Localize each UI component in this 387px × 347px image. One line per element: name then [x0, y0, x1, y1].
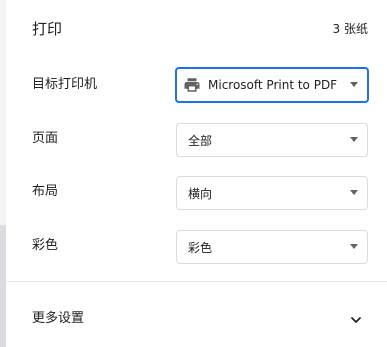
destination-select[interactable]: Microsoft Print to PDF: [175, 67, 369, 103]
color-value: 彩色: [188, 240, 213, 255]
more-settings-toggle[interactable]: 更多设置: [6, 294, 387, 344]
pages-select[interactable]: 全部: [176, 123, 368, 157]
color-label: 彩色: [32, 238, 59, 253]
chevron-down-icon: [351, 317, 361, 323]
pages-label: 页面: [32, 131, 59, 146]
layout-label: 布局: [32, 184, 59, 199]
layout-value: 横向: [188, 186, 213, 201]
sheet-count: 3 张纸: [332, 22, 368, 36]
pages-dropdown-arrow-icon: [350, 137, 358, 142]
layout-select[interactable]: 横向: [176, 176, 368, 210]
color-dropdown-arrow-icon: [350, 244, 358, 249]
layout-dropdown-arrow-icon: [350, 190, 358, 195]
destination-label: 目标打印机: [32, 77, 98, 92]
color-select[interactable]: 彩色: [176, 230, 368, 264]
destination-value: Microsoft Print to PDF: [208, 78, 338, 92]
more-settings-label: 更多设置: [32, 311, 85, 326]
destination-dropdown-arrow-icon: [350, 82, 358, 87]
pages-value: 全部: [188, 133, 213, 148]
section-divider: [6, 281, 387, 282]
printer-icon: [184, 78, 200, 92]
page-title: 打印: [32, 20, 63, 38]
